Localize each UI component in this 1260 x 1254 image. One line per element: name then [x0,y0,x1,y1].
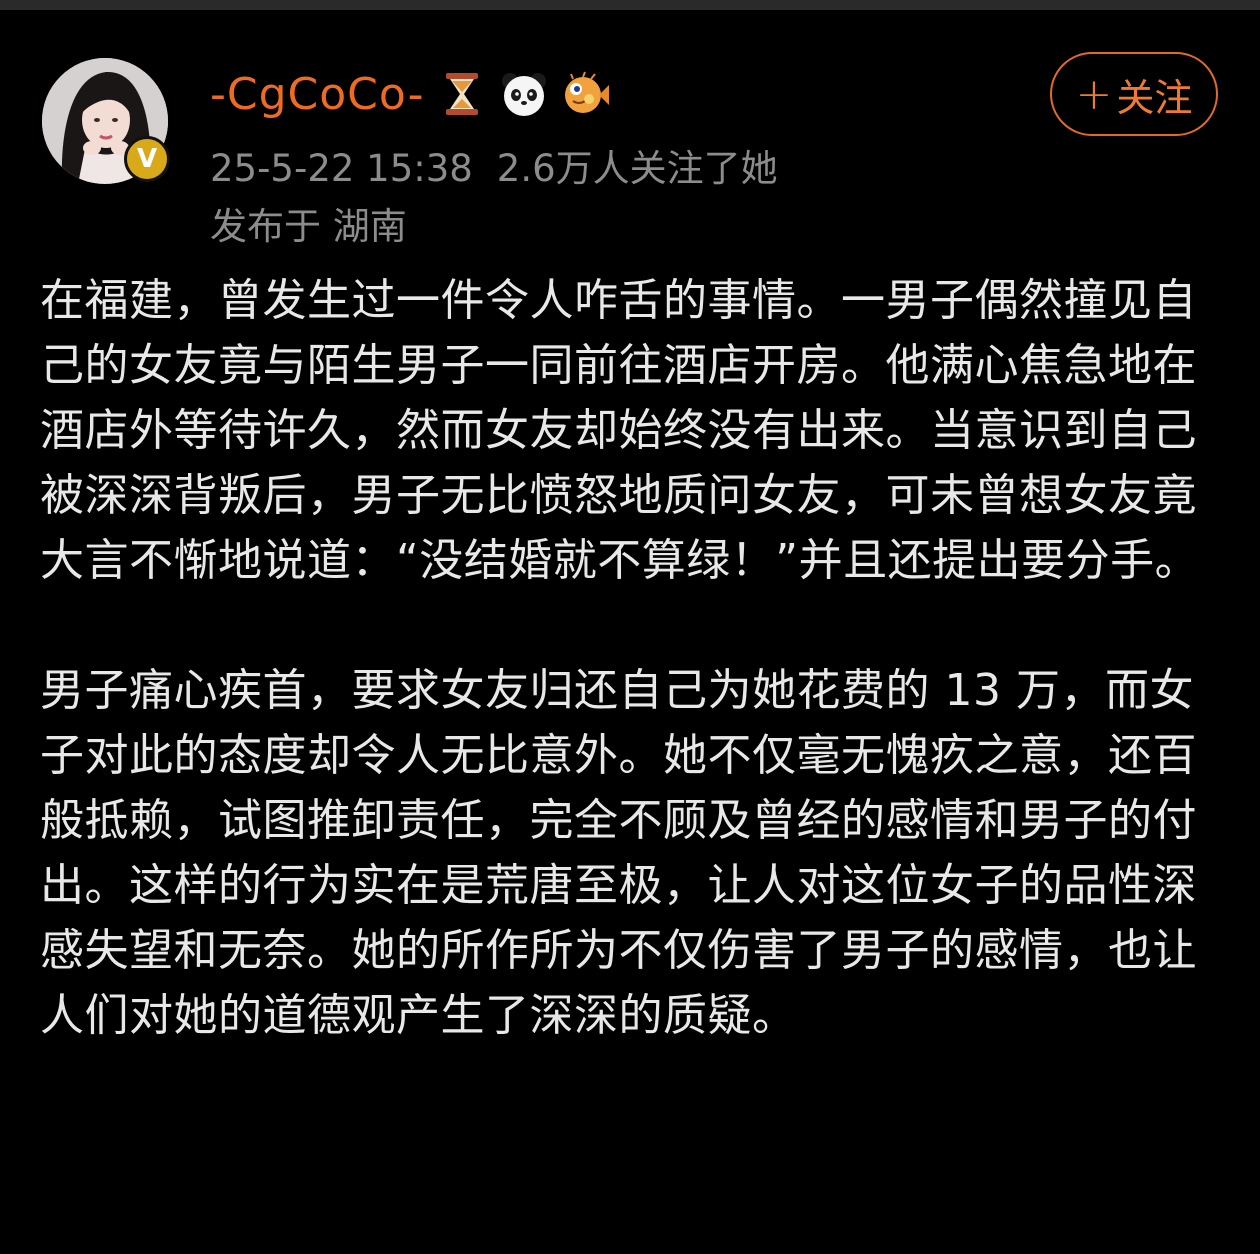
author-name[interactable]: -CgCoCo- [210,69,425,120]
post-location: 发布于 湖南 [210,205,407,248]
plus-icon: + [1075,68,1113,120]
author-row: -CgCoCo- [210,62,611,126]
post-meta: 25-5-22 15:38 2.6万人关注了她 [210,138,778,192]
post-content: 在福建，曾发生过一件令人咋舌的事情。一男子偶然撞见自己的女友竟与陌生男子一同前往… [40,268,1220,1048]
post-paragraph: 男子痛心疾首，要求女友归还自己为她花费的 13 万，而女子对此的态度却令人无比意… [40,665,1197,1041]
hourglass-icon [437,69,487,119]
panda-icon [499,69,549,119]
post-paragraph: 在福建，曾发生过一件令人咋舌的事情。一男子偶然撞见自己的女友竟与陌生男子一同前往… [40,275,1200,586]
verified-icon: V [124,136,170,182]
post-timestamp: 25-5-22 15:38 [210,147,473,190]
pufferfish-icon [561,69,611,119]
status-bar-strip [0,0,1260,10]
follow-button-label: 关注 [1116,75,1193,120]
follower-count: 2.6万人关注了她 [496,147,778,190]
follow-button[interactable]: + 关注 [1050,52,1218,136]
